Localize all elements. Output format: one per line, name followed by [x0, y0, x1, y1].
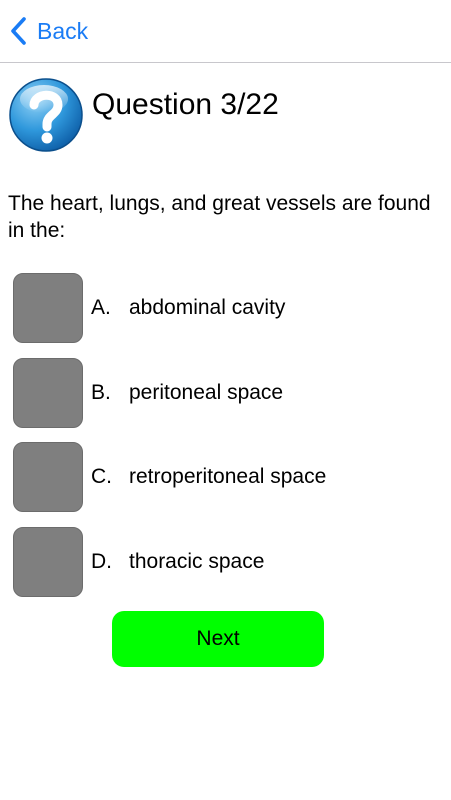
option-d-checkbox[interactable] — [13, 527, 83, 597]
navigation-bar: Back — [0, 0, 451, 63]
option-a-checkbox[interactable] — [13, 273, 83, 343]
option-c-letter: C. — [91, 465, 112, 488]
option-c-checkbox[interactable] — [13, 442, 83, 512]
option-a-letter: A. — [91, 296, 111, 319]
option-d-text: thoracic space — [129, 550, 265, 573]
back-label: Back — [37, 18, 89, 44]
option-c[interactable]: C. retroperitoneal space — [13, 441, 326, 513]
next-button[interactable]: Next — [112, 611, 324, 667]
option-a-text: abdominal cavity — [129, 296, 286, 319]
question-title: Question 3/22 — [92, 88, 279, 121]
option-a[interactable]: A. abdominal cavity — [13, 272, 285, 344]
question-text: The heart, lungs, and great vessels are … — [8, 192, 431, 242]
option-b-letter: B. — [91, 381, 111, 404]
option-d-letter: D. — [91, 550, 112, 573]
option-b-text: peritoneal space — [129, 381, 284, 404]
chevron-left-icon — [11, 17, 26, 45]
option-b-checkbox[interactable] — [13, 358, 83, 428]
question-mark-icon — [9, 78, 83, 152]
back-button[interactable]: Back — [8, 14, 88, 48]
option-b[interactable]: B. peritoneal space — [13, 357, 283, 429]
option-c-text: retroperitoneal space — [129, 465, 327, 488]
option-d[interactable]: D. thoracic space — [13, 526, 264, 598]
